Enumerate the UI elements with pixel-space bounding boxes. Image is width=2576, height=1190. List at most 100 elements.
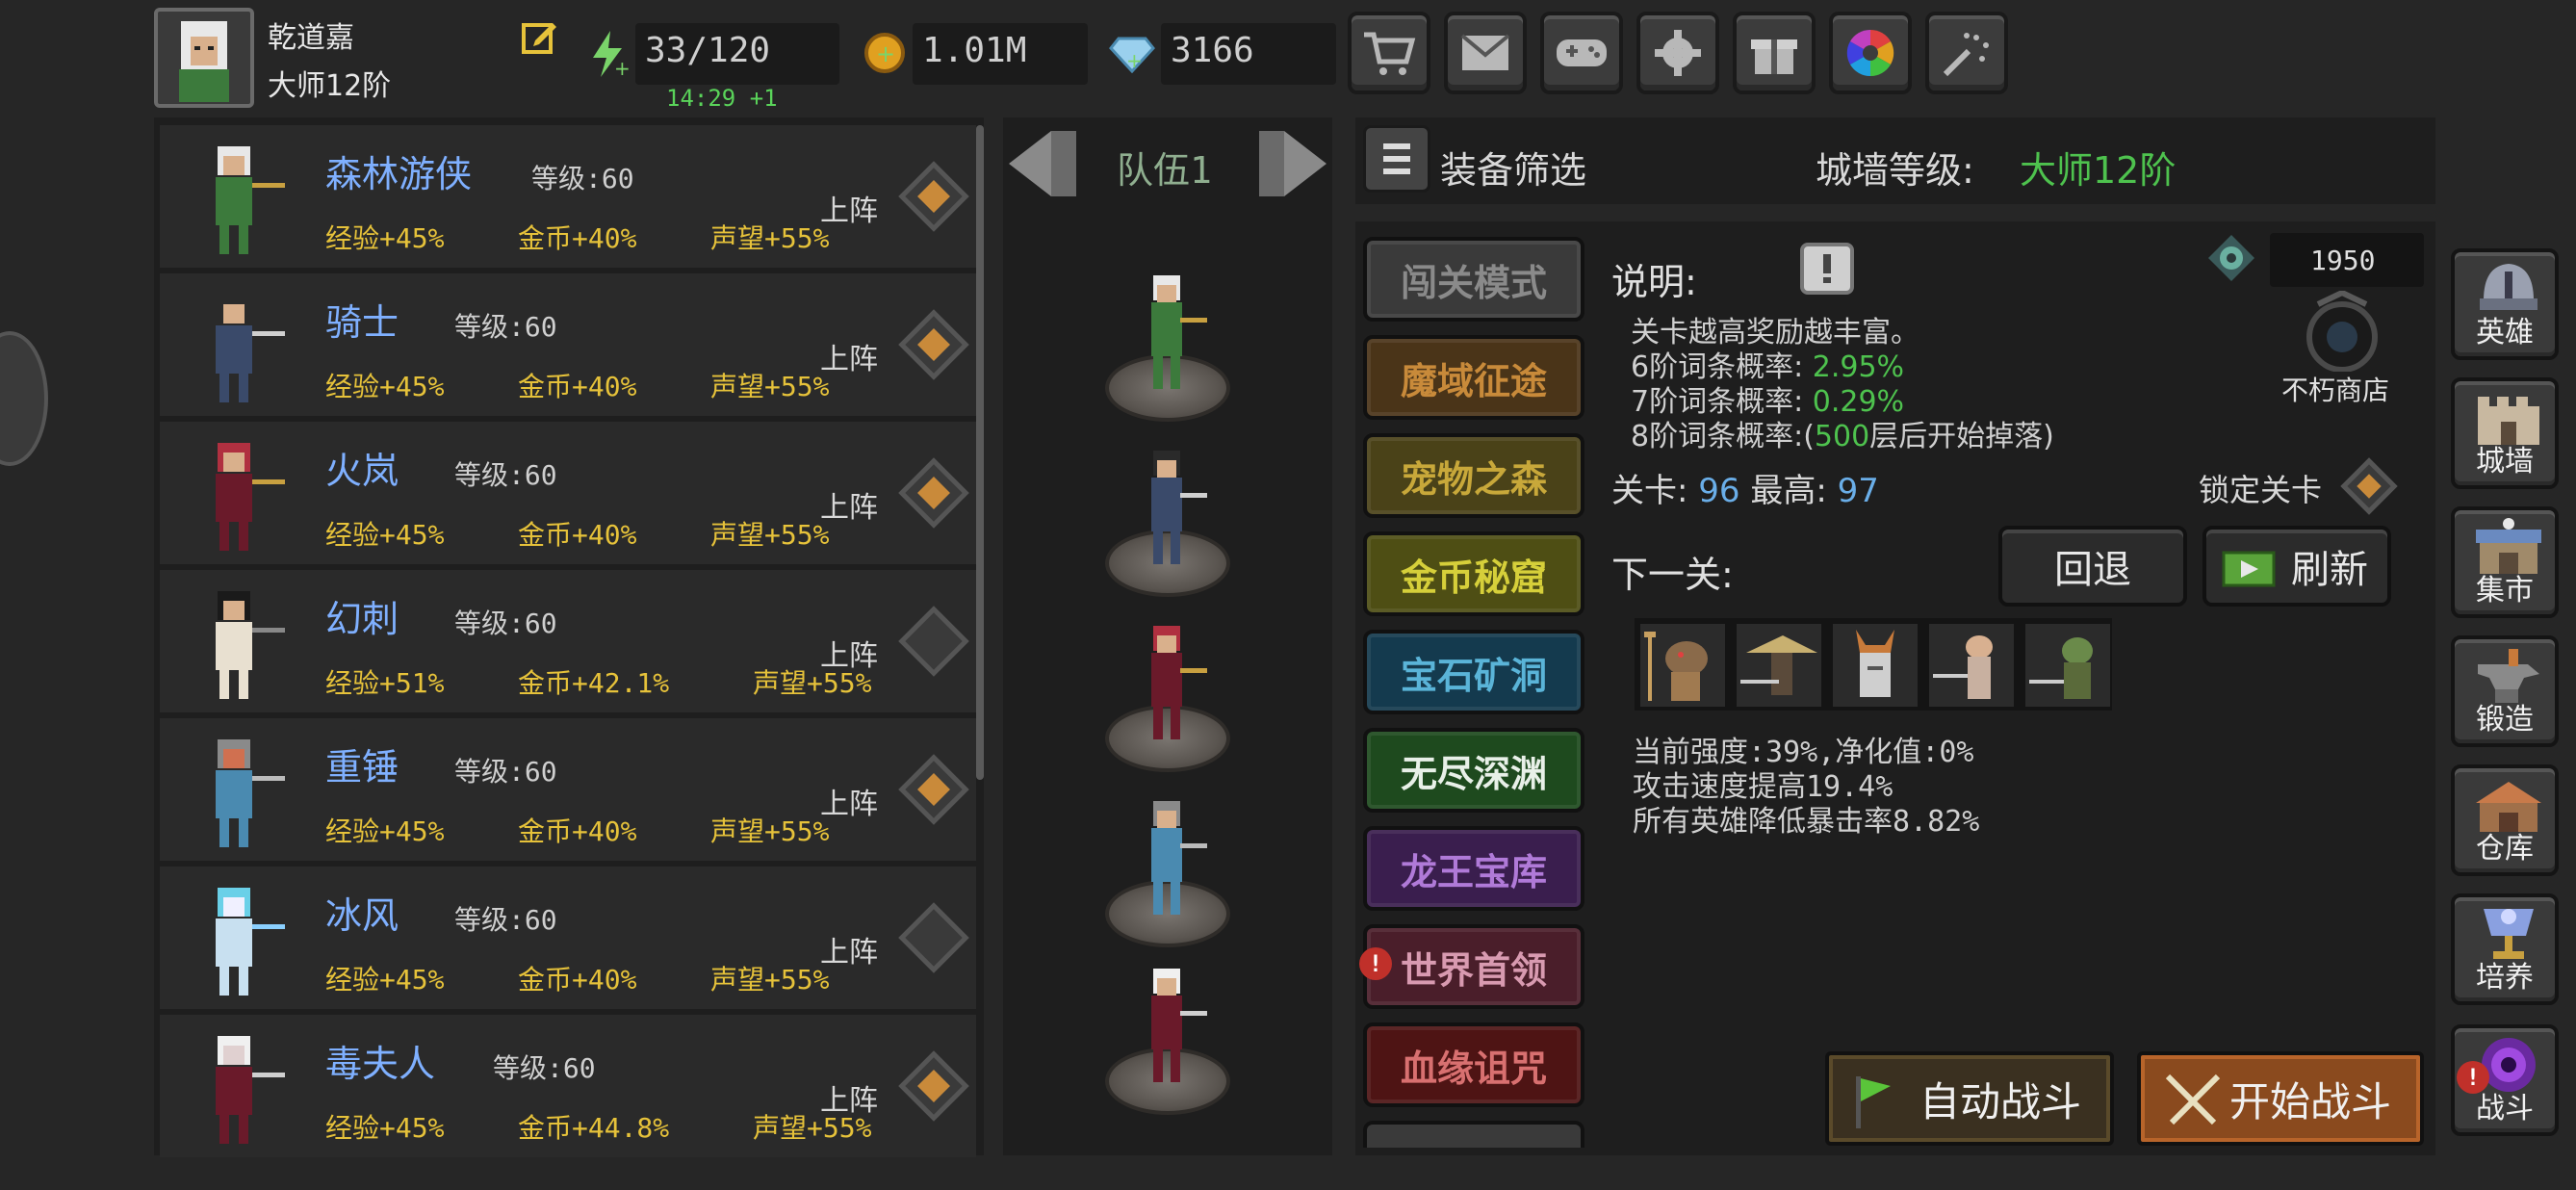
immortal-shop-label[interactable]: 不朽商店 — [2281, 370, 2389, 408]
nav-helmet-button[interactable]: 英雄 — [2451, 248, 2559, 360]
deploy-toggle[interactable] — [898, 161, 969, 232]
deploy-toggle[interactable] — [898, 754, 969, 825]
info-icon[interactable] — [1800, 243, 1854, 295]
settings-button[interactable] — [1636, 12, 1719, 94]
hero-row[interactable]: 森林游侠 等级:60 经验+45% 金币+40% 声望+55% 上阵 — [160, 125, 976, 268]
deploy-label: 上阵 — [820, 194, 878, 228]
deploy-toggle[interactable] — [898, 902, 969, 973]
hero-name: 火岚 — [325, 450, 399, 492]
gamepad-icon — [1557, 39, 1607, 66]
filter-menu-button[interactable] — [1363, 125, 1430, 193]
mode-pet-forest-button[interactable]: 宠物之森 — [1363, 433, 1584, 518]
hero-fame-bonus: 声望+55% — [710, 519, 830, 551]
shop-cart-button[interactable] — [1348, 12, 1430, 94]
hero-portrait-icon — [177, 435, 293, 555]
hero-name: 森林游侠 — [325, 153, 473, 195]
battle-alert-icon: ! — [2457, 1061, 2489, 1094]
tier8-chance: 8阶词条概率:(500层后开始掉落) — [1631, 412, 2054, 454]
mode-more-button[interactable] — [1363, 1121, 1584, 1148]
team-slot[interactable] — [1103, 786, 1232, 959]
team-next-button[interactable] — [1255, 125, 1332, 202]
mode-dragon-vault-button[interactable]: 龙王宝库 — [1363, 826, 1584, 911]
team-prev-button[interactable] — [1003, 125, 1080, 202]
hero-gold-bonus: 金币+40% — [518, 371, 637, 402]
hero-row[interactable]: 火岚 等级:60 经验+45% 金币+40% 声望+55% 上阵 — [160, 422, 976, 564]
hero-level: 等级:60 — [493, 1052, 596, 1084]
mode-endless-abyss-button[interactable]: 无尽深渊 — [1363, 728, 1584, 813]
stage-value: 96 — [1698, 472, 1740, 510]
immortal-token-icon — [2204, 231, 2258, 285]
mode-world-boss-button[interactable]: 世界首领 — [1363, 924, 1584, 1009]
deploy-label: 上阵 — [820, 1084, 878, 1118]
best-stage-label: 最高: — [1750, 472, 1827, 510]
auto-battle-label: 自动战斗 — [1919, 1077, 2081, 1125]
nav-chalice-button[interactable]: 培养 — [2451, 893, 2559, 1005]
color-wheel-button[interactable] — [1829, 12, 1912, 94]
hero-row[interactable]: 骑士 等级:60 经验+45% 金币+40% 声望+55% 上阵 — [160, 273, 976, 416]
team-slot[interactable] — [1103, 435, 1232, 608]
mail-button[interactable] — [1444, 12, 1527, 94]
nav-market-button[interactable]: 集市 — [2451, 506, 2559, 618]
hero-fame-bonus: 声望+55% — [710, 222, 830, 254]
player-avatar[interactable] — [154, 8, 254, 108]
gamepad-button[interactable] — [1540, 12, 1623, 94]
deploy-toggle[interactable] — [898, 309, 969, 380]
straw-hat-bandit-icon — [1740, 635, 1817, 695]
hero-name: 重锤 — [325, 746, 399, 789]
hero-portrait-icon — [177, 139, 293, 258]
team-hero-sprite-icon — [1124, 264, 1211, 408]
gift-button[interactable] — [1733, 12, 1816, 94]
energy-timer: 14:29 +1 — [666, 85, 778, 112]
hero-portrait-icon — [177, 1028, 293, 1148]
mode-gold-cave-button[interactable]: 金币秘窟 — [1363, 531, 1584, 616]
refresh-button[interactable]: 刷新 — [2202, 526, 2391, 607]
team-slot[interactable] — [1103, 953, 1232, 1126]
nav-castle-wall-button[interactable]: 城墙 — [2451, 377, 2559, 489]
team-hero-sprite-icon — [1124, 789, 1211, 934]
equipment-filter-label[interactable]: 装备筛选 — [1440, 141, 1586, 194]
hero-portrait-icon — [177, 880, 293, 999]
cart-icon — [1364, 32, 1416, 75]
stage-info: 关卡: 96 最高: 97 — [1611, 464, 1879, 511]
hero-gold-bonus: 金币+40% — [518, 222, 637, 254]
nav-label: 锻造 — [2476, 703, 2534, 737]
team-slot[interactable] — [1103, 610, 1232, 784]
edit-name-icon[interactable] — [520, 17, 558, 56]
hero-row[interactable]: 重锤 等级:60 经验+45% 金币+40% 声望+55% 上阵 — [160, 718, 976, 861]
team-label: 队伍1 — [1117, 149, 1212, 192]
hero-level: 等级:60 — [454, 459, 557, 491]
hero-row[interactable]: 冰风 等级:60 经验+45% 金币+40% 声望+55% 上阵 — [160, 867, 976, 1009]
nav-warehouse-button[interactable]: 仓库 — [2451, 764, 2559, 876]
world-boss-alert-icon: ! — [1359, 947, 1392, 980]
hero-list-scrollbar[interactable] — [976, 125, 984, 780]
menu-icon — [1383, 143, 1410, 174]
svg-text:+: + — [614, 57, 630, 79]
auto-battle-button[interactable]: 自动战斗 — [1825, 1051, 2114, 1146]
enemy-rat-swordsman — [1929, 624, 2014, 707]
nav-anvil-button[interactable]: 锻造 — [2451, 635, 2559, 747]
back-button[interactable]: 回退 — [1998, 526, 2187, 607]
mode-demon-journey-button[interactable]: 魔域征途 — [1363, 335, 1584, 420]
arrow-left-icon — [1009, 131, 1076, 196]
hero-exp-bonus: 经验+45% — [325, 815, 445, 847]
hero-level: 等级:60 — [454, 608, 557, 639]
deploy-toggle[interactable] — [898, 457, 969, 529]
team-slot[interactable] — [1103, 260, 1232, 433]
color-wheel-icon — [1846, 29, 1894, 77]
hero-row[interactable]: 毒夫人 等级:60 经验+45% 金币+44.8% 声望+55% 上阵 — [160, 1015, 976, 1157]
side-panel-handle[interactable] — [0, 331, 48, 466]
description-title: 说明: — [1611, 261, 1697, 303]
start-battle-button[interactable]: 开始战斗 — [2137, 1051, 2424, 1146]
deploy-toggle[interactable] — [898, 606, 969, 677]
immortal-shop-button[interactable] — [2289, 289, 2395, 373]
mode-blood-curse-button[interactable]: 血缘诅咒 — [1363, 1022, 1584, 1107]
hero-row[interactable]: 幻刺 等级:60 经验+51% 金币+42.1% 声望+55% 上阵 — [160, 570, 976, 712]
envelope-icon — [1460, 34, 1510, 70]
mode-stage-button[interactable]: 闯关模式 — [1363, 237, 1584, 322]
fireworks-button[interactable] — [1925, 12, 2008, 94]
mode-gem-mine-button[interactable]: 宝石矿洞 — [1363, 630, 1584, 714]
deploy-toggle[interactable] — [898, 1050, 969, 1122]
hero-exp-bonus: 经验+51% — [325, 667, 445, 699]
player-name: 乾道嘉 — [268, 21, 354, 55]
nav-label: 城墙 — [2476, 445, 2534, 479]
